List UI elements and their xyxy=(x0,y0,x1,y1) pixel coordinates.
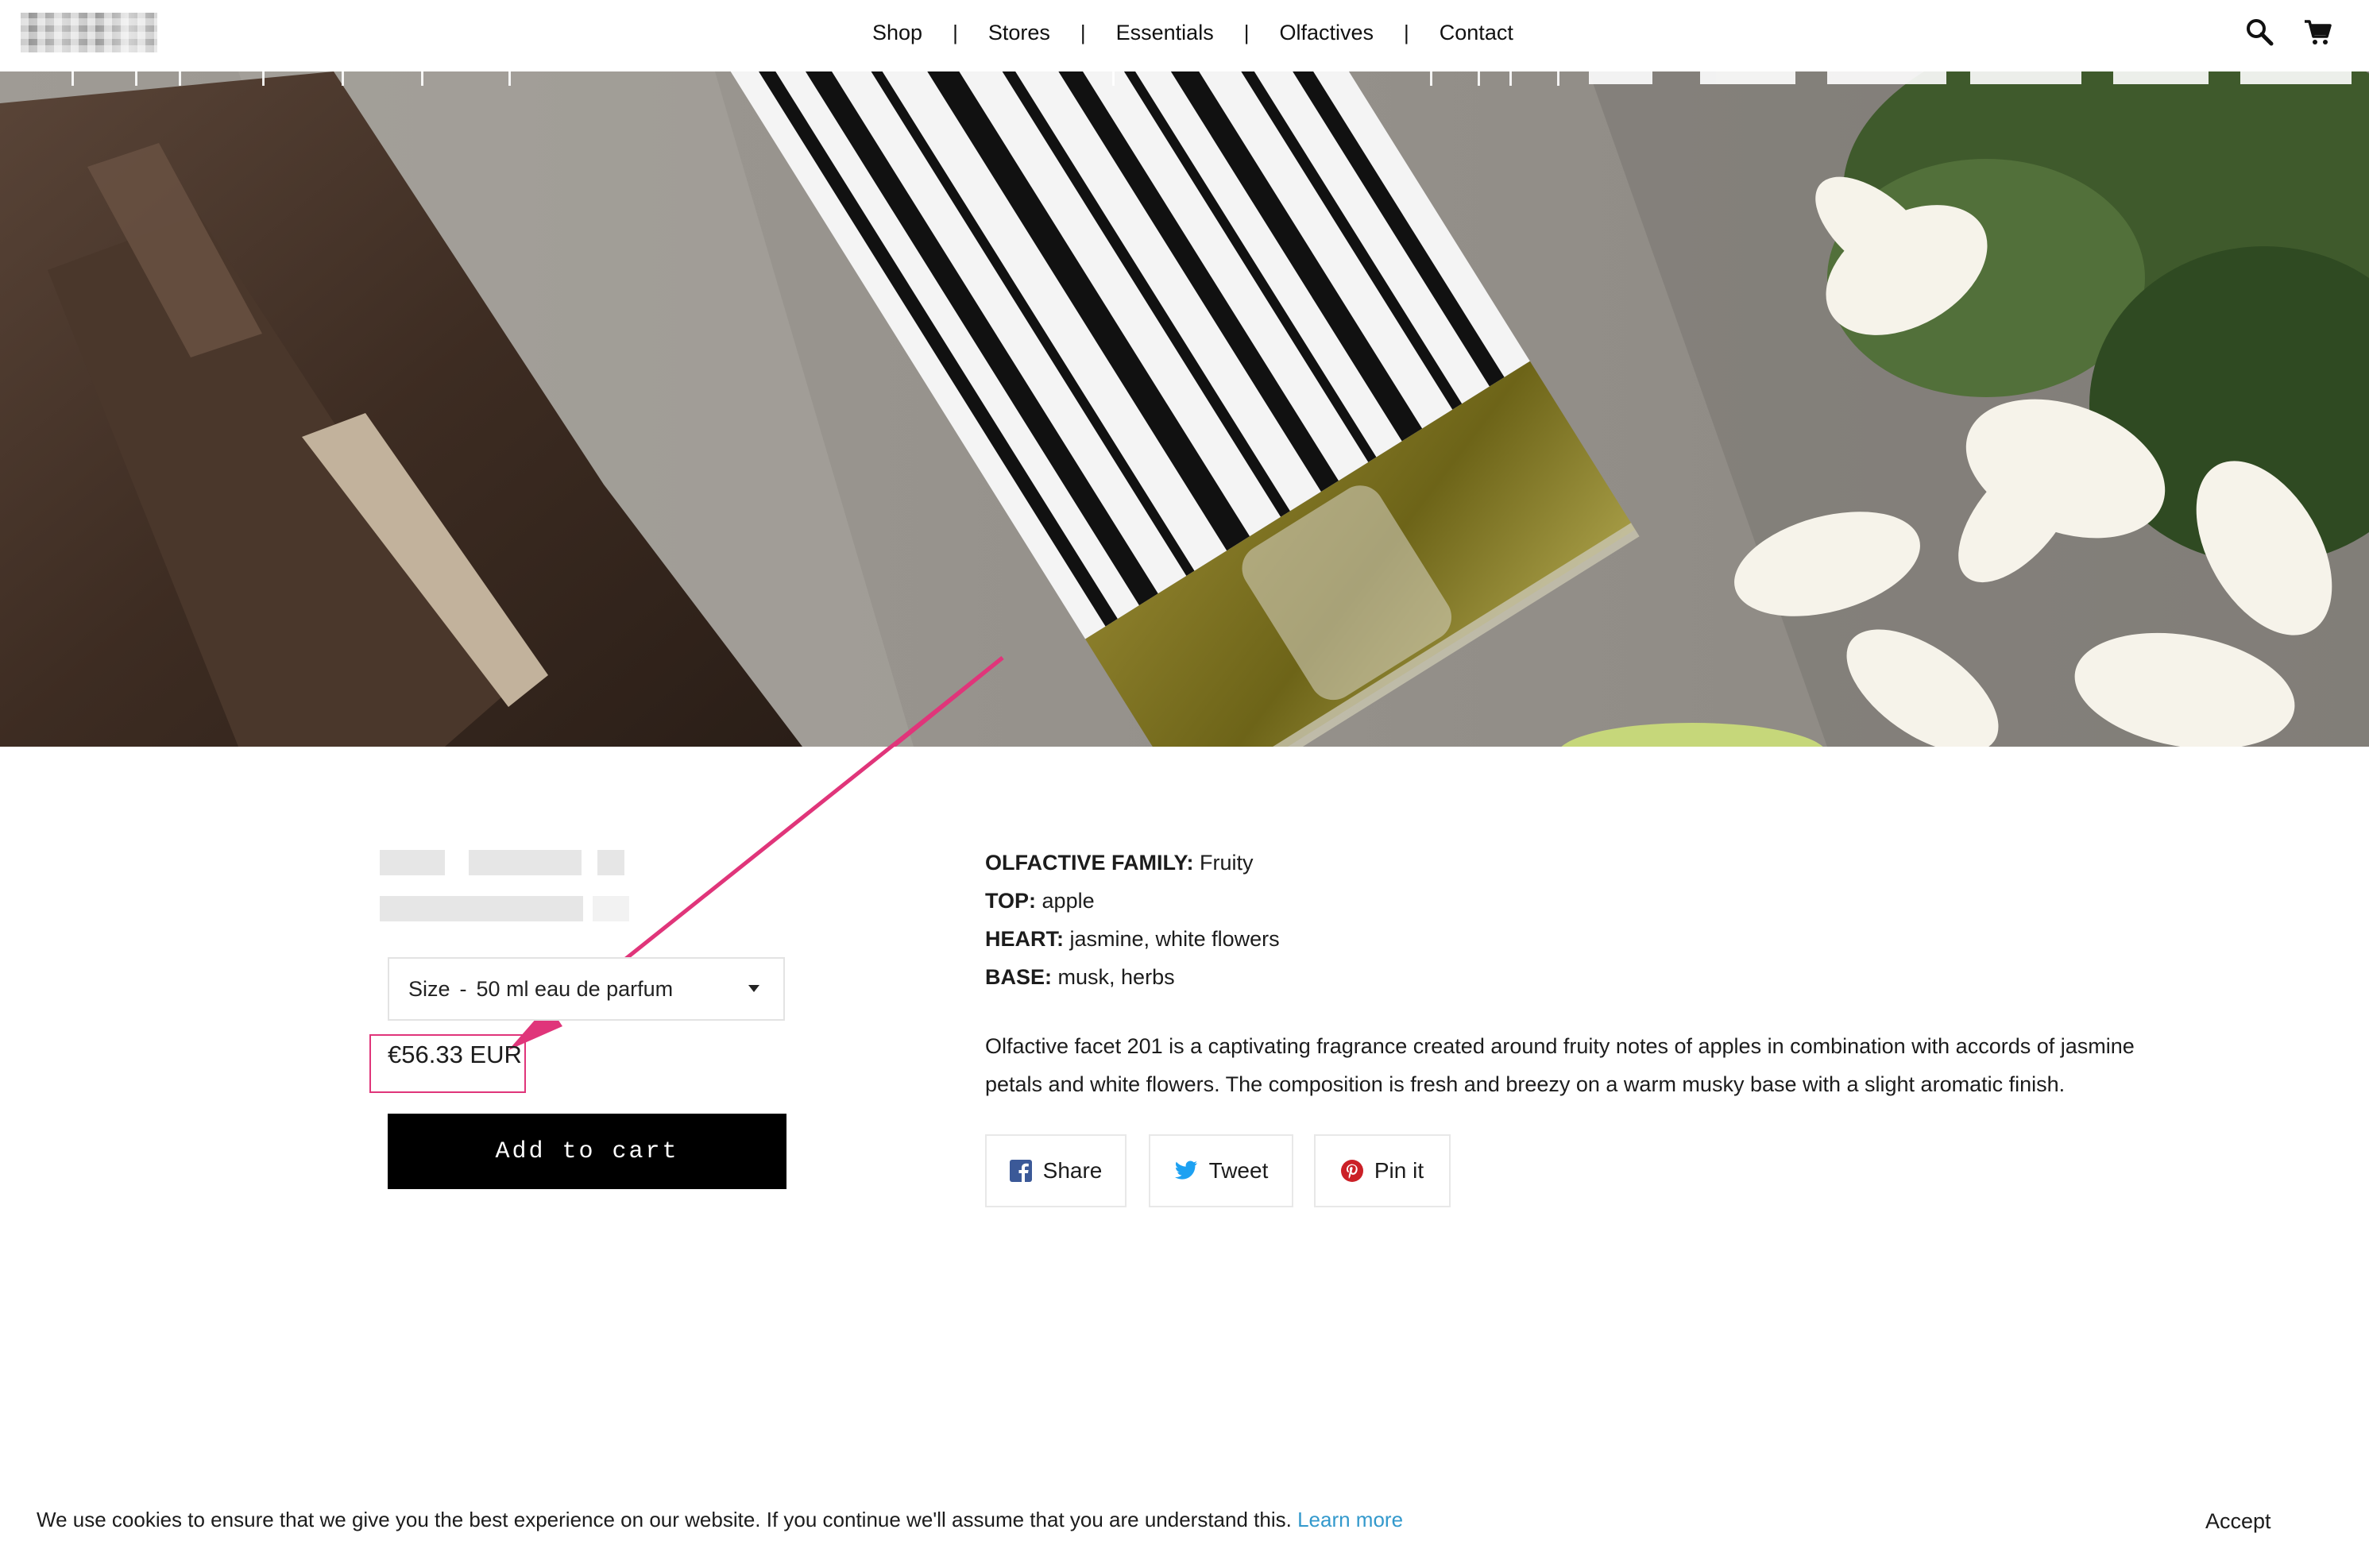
nav-separator: | xyxy=(953,20,958,44)
olfactive-notes: OLFACTIVE FAMILY: Fruity TOP: apple HEAR… xyxy=(985,844,1280,996)
note-top: TOP: apple xyxy=(985,889,1095,913)
cookie-banner: We use cookies to ensure that we give yo… xyxy=(37,1508,1403,1532)
nav-essentials[interactable]: Essentials xyxy=(1086,21,1244,45)
main-nav: Shop | Stores | Essentials | Olfactives … xyxy=(842,0,1544,65)
twitter-icon xyxy=(1174,1161,1197,1180)
product-price: €56.33 EUR xyxy=(388,1041,522,1068)
nav-contact[interactable]: Contact xyxy=(1409,21,1544,45)
share-twitter-label: Tweet xyxy=(1208,1158,1269,1183)
share-facebook-button[interactable]: Share xyxy=(985,1134,1127,1207)
nav-olfactives[interactable]: Olfactives xyxy=(1249,21,1404,45)
nav-separator: | xyxy=(1404,20,1409,44)
pinterest-icon xyxy=(1340,1160,1363,1182)
size-select[interactable]: Size - 50 ml eau de parfum xyxy=(388,957,785,1021)
note-heart: HEART: jasmine, white flowers xyxy=(985,927,1280,951)
accept-cookies-button[interactable]: Accept xyxy=(2205,1509,2271,1534)
hero-photo xyxy=(0,71,2369,747)
size-select-separator: - xyxy=(459,976,467,1001)
nav-separator: | xyxy=(1243,20,1250,44)
share-pinterest-label: Pin it xyxy=(1374,1158,1424,1183)
cookie-text: We use cookies to ensure that we give yo… xyxy=(37,1508,1292,1531)
facebook-icon xyxy=(1009,1160,1032,1182)
nav-shop[interactable]: Shop xyxy=(842,21,953,45)
site-header: Shop | Stores | Essentials | Olfactives … xyxy=(0,0,2369,71)
nav-separator: | xyxy=(1080,20,1086,44)
site-logo[interactable] xyxy=(21,13,157,52)
share-twitter-button[interactable]: Tweet xyxy=(1149,1134,1293,1207)
product-description: Olfactive facet 201 is a captivating fra… xyxy=(985,1034,2135,1096)
nav-stores[interactable]: Stores xyxy=(958,21,1080,45)
size-select-value: 50 ml eau de parfum xyxy=(476,976,674,1001)
note-family: OLFACTIVE FAMILY: Fruity xyxy=(985,851,1254,875)
hero-image xyxy=(0,71,2369,747)
note-base: BASE: musk, herbs xyxy=(985,965,1175,989)
search-icon[interactable] xyxy=(2243,16,2275,48)
cart-icon[interactable] xyxy=(2302,16,2334,48)
add-to-cart-button[interactable]: Add to cart xyxy=(388,1114,786,1189)
share-pinterest-button[interactable]: Pin it xyxy=(1314,1134,1451,1207)
share-facebook-label: Share xyxy=(1042,1158,1103,1183)
learn-more-link[interactable]: Learn more xyxy=(1297,1508,1403,1531)
size-select-label: Size xyxy=(408,976,450,1001)
caret-down-icon xyxy=(748,985,759,992)
